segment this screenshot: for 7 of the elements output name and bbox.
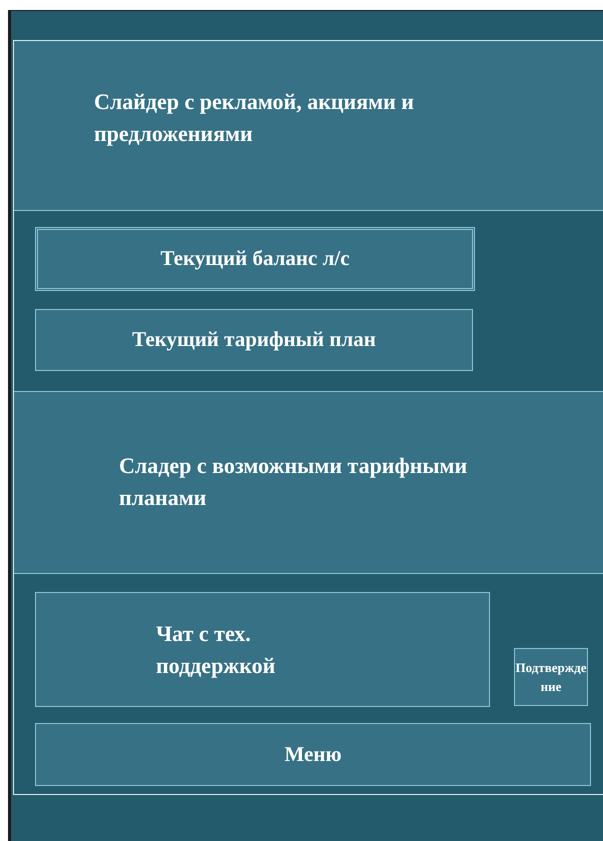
balance-button[interactable]: Текущий баланс л/с (35, 227, 475, 291)
ads-slider-label: Слайдер с рекламой, акциями и предложениями (94, 88, 415, 148)
menu-button[interactable]: Меню (35, 723, 591, 786)
support-chat-button[interactable]: Чат с тех. поддержкой (35, 592, 490, 707)
tariff-plan-button[interactable]: Текущий тарифный план (35, 309, 473, 371)
tariffs-slider-label: Сладер с возможными тарифными планами (119, 452, 468, 512)
confirm-button[interactable]: Подтверждение (514, 648, 588, 706)
